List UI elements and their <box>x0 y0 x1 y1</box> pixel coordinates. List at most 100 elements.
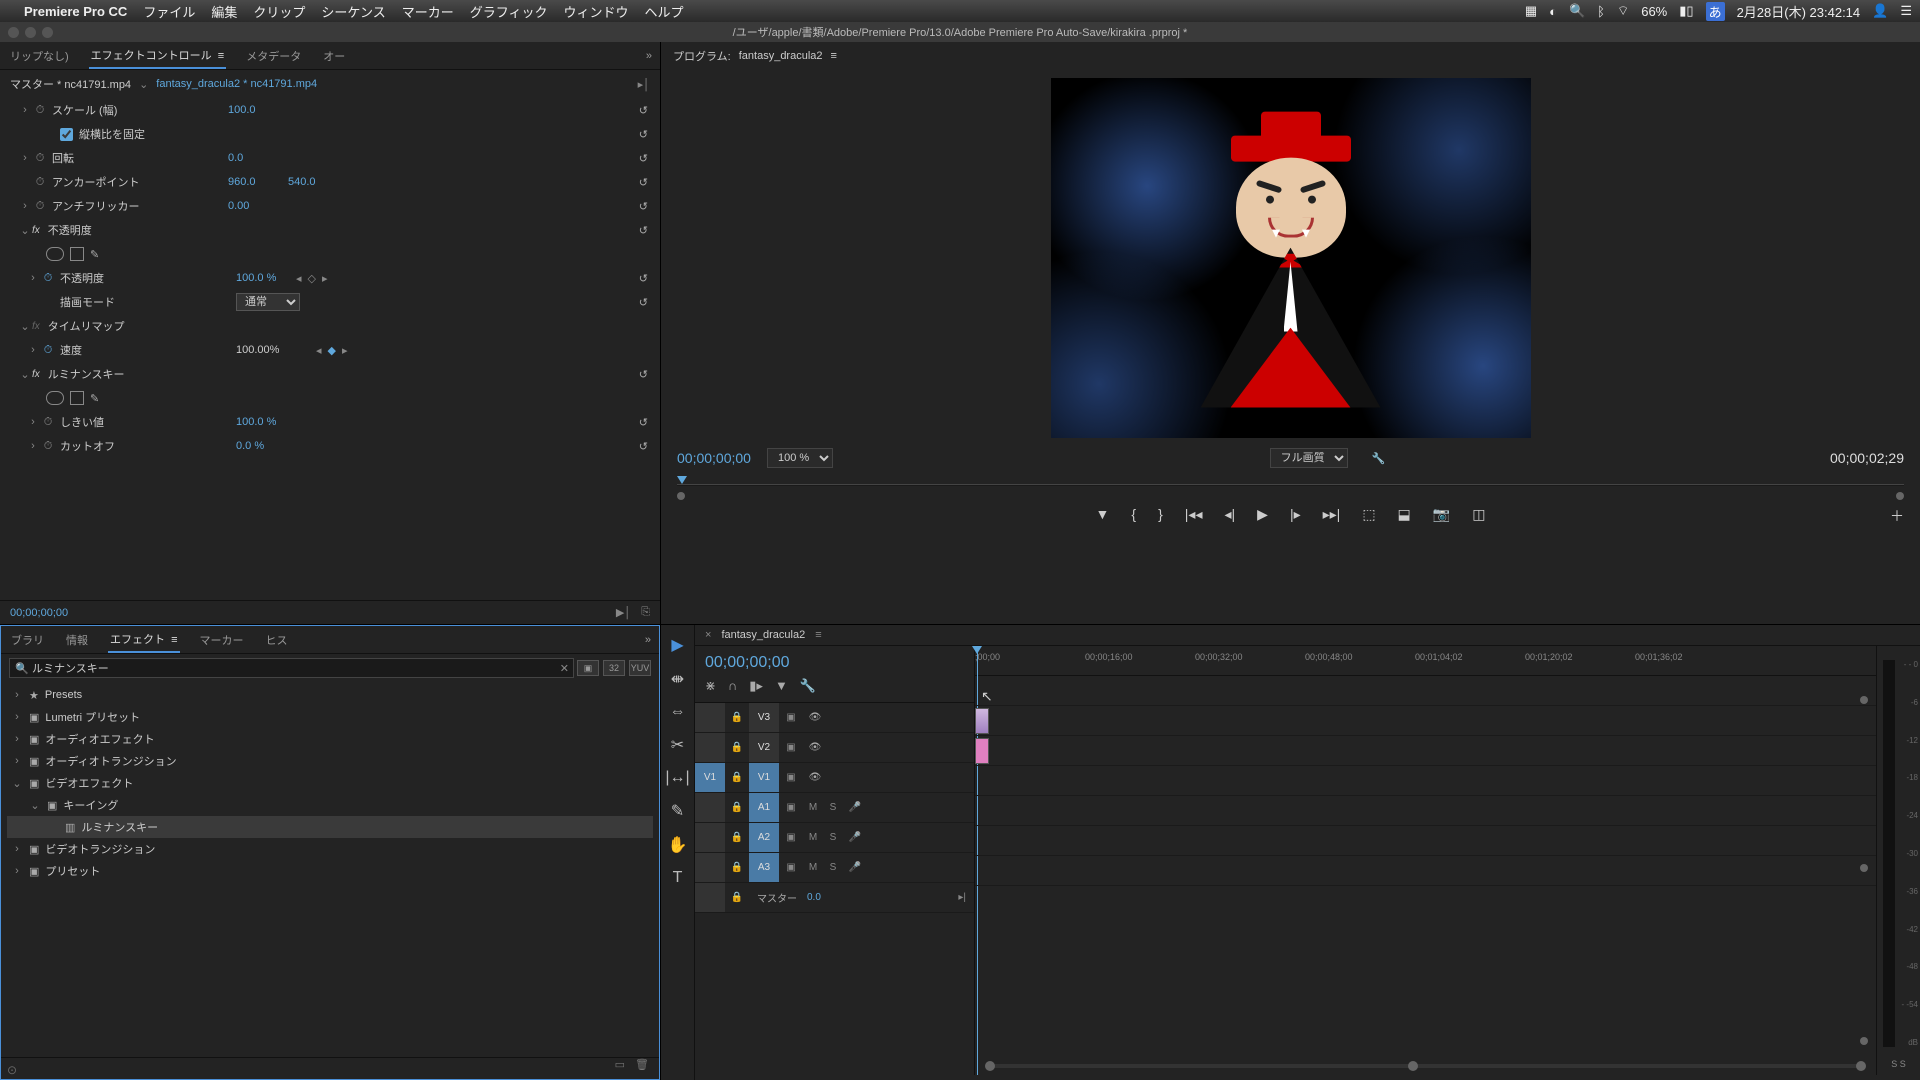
hand-tool-icon[interactable]: ✋ <box>668 835 688 855</box>
button-editor-icon[interactable]: ＋ <box>1890 506 1904 526</box>
ime-indicator[interactable]: あ <box>1706 2 1725 21</box>
tabs-overflow-icon[interactable]: » <box>645 634 651 646</box>
tab-markers[interactable]: マーカー <box>198 628 246 652</box>
add-kf-icon[interactable]: ◆ <box>328 344 336 357</box>
val-opacity[interactable]: 100.0 % <box>236 272 296 284</box>
mute-button[interactable]: M <box>803 802 823 813</box>
sync-lock-icon[interactable]: ▣ <box>779 802 803 813</box>
timeline-zoom-scrollbar[interactable] <box>985 1061 1866 1071</box>
stopwatch-icon[interactable]: ⏱ <box>32 200 48 213</box>
quality-select[interactable]: フル画質 <box>1270 448 1348 468</box>
selection-tool-icon[interactable]: ▶ <box>671 635 683 655</box>
solo-button[interactable]: S <box>823 862 843 873</box>
blend-mode-select[interactable]: 通常 <box>236 293 300 311</box>
stopwatch-active-icon[interactable]: ⏱ <box>40 344 56 357</box>
reset-icon[interactable]: ↺ <box>639 104 648 117</box>
menubar-clock[interactable]: 2月28日(木) 23:42:14 <box>1737 2 1861 21</box>
loop-icon[interactable]: ⎘ <box>641 606 650 619</box>
timeline-timecode[interactable]: 00;00;00;00 <box>695 646 974 676</box>
ripple-edit-tool-icon[interactable]: ⇔ <box>670 703 686 721</box>
val-speed[interactable]: 100.00% <box>236 344 316 356</box>
export-frame-icon[interactable]: 📷 <box>1433 506 1450 523</box>
rect-mask-icon[interactable] <box>70 247 84 261</box>
effects-search-input[interactable] <box>9 658 574 678</box>
menu-help[interactable]: ヘルプ <box>645 2 684 21</box>
effects-tree-item[interactable]: ›▣Lumetri プリセット <box>7 706 653 728</box>
settings-wrench-icon[interactable]: 🔧 <box>1372 452 1386 465</box>
lock-icon[interactable]: 🔒 <box>725 772 749 783</box>
tab-library-trunc[interactable]: ブラリ <box>9 628 46 652</box>
panel-menu-icon[interactable]: ≡ <box>815 629 821 641</box>
twirl-icon[interactable]: ⌄ <box>18 320 32 333</box>
tab-clip-none[interactable]: リップなし) <box>8 44 71 68</box>
snap-icon[interactable]: ⋇ <box>705 678 716 694</box>
go-to-end-icon[interactable]: ▸| <box>958 892 966 903</box>
twirl-icon[interactable]: › <box>18 200 32 212</box>
stopwatch-active-icon[interactable]: ⏱ <box>40 272 56 285</box>
reset-icon[interactable]: ↺ <box>639 152 648 165</box>
master-value[interactable]: 0.0 <box>807 892 821 903</box>
go-to-out-icon[interactable]: ▸▸| <box>1323 506 1341 523</box>
twirl-icon[interactable]: › <box>26 272 40 284</box>
voiceover-icon[interactable]: 🎤 <box>843 832 867 843</box>
timeline-sequence-name[interactable]: fantasy_dracula2 <box>721 629 805 641</box>
timeline-tracks-area[interactable]: ;00;0000;00;16;0000;00;32;0000;00;48;000… <box>975 646 1876 1075</box>
reset-icon[interactable]: ↺ <box>639 416 648 429</box>
menu-window[interactable]: ウィンドウ <box>564 2 629 21</box>
reset-icon[interactable]: ↺ <box>639 128 648 141</box>
track-target-v1[interactable]: V1 <box>749 763 779 792</box>
stopwatch-icon[interactable]: ⏱ <box>32 152 48 165</box>
sync-lock-icon[interactable]: ▣ <box>779 712 803 723</box>
tab-metadata[interactable]: メタデータ <box>244 44 303 68</box>
menu-file[interactable]: ファイル <box>143 2 195 21</box>
ellipse-mask-icon[interactable] <box>46 247 64 261</box>
reset-icon[interactable]: ↺ <box>639 368 648 381</box>
reset-icon[interactable]: ↺ <box>639 296 648 309</box>
accelerated-badge-icon[interactable]: ▣ <box>577 660 599 676</box>
workspace-icon[interactable]: ▦ <box>1525 3 1537 19</box>
reset-icon[interactable]: ↺ <box>639 200 648 213</box>
creative-cloud-icon[interactable]: ⊙ <box>7 1063 17 1077</box>
timeline-clip[interactable] <box>975 708 989 734</box>
eye-icon[interactable]: 👁 <box>803 742 827 753</box>
settings-wrench-icon[interactable]: 🔧 <box>800 678 816 694</box>
sync-lock-icon[interactable]: ▣ <box>779 772 803 783</box>
lock-icon[interactable]: 🔒 <box>725 832 749 843</box>
lock-icon[interactable]: 🔒 <box>725 802 749 813</box>
delete-icon[interactable]: 🗑 <box>635 1058 649 1079</box>
pen-mask-icon[interactable] <box>90 392 99 405</box>
app-name[interactable]: Premiere Pro CC <box>24 4 127 19</box>
next-kf-icon[interactable]: ▸ <box>322 272 328 285</box>
menu-edit[interactable]: 編集 <box>211 2 237 21</box>
close-sequence-icon[interactable]: × <box>705 629 711 641</box>
sync-lock-icon[interactable]: ▣ <box>779 862 803 873</box>
clear-search-icon[interactable]: ✕ <box>560 662 569 675</box>
track-target-a1[interactable]: A1 <box>749 793 779 822</box>
track-select-tool-icon[interactable]: ⇼ <box>671 669 684 689</box>
val-scale-width[interactable]: 100.0 <box>228 104 288 116</box>
sequence-clip-link[interactable]: fantasy_dracula2 * nc41791.mp4 <box>156 78 317 90</box>
audio-meters[interactable]: - - 0-6-12-18-24-30-36-42-48- -54 dB S S <box>1876 646 1920 1075</box>
val-anchor-y[interactable]: 540.0 <box>288 176 348 188</box>
pen-mask-icon[interactable] <box>90 248 99 261</box>
lock-icon[interactable]: 🔒 <box>725 742 749 753</box>
twirl-icon[interactable]: › <box>18 152 32 164</box>
voiceover-icon[interactable]: 🎤 <box>843 802 867 813</box>
pen-tool-icon[interactable]: ✎ <box>671 801 684 821</box>
program-sequence-name[interactable]: fantasy_dracula2 <box>739 50 823 62</box>
master-clip-label[interactable]: マスター * nc41791.mp4 <box>10 76 131 92</box>
effects-tree-item[interactable]: ›▣プリセット <box>7 860 653 882</box>
timeline-ruler[interactable]: ;00;0000;00;16;0000;00;32;0000;00;48;000… <box>975 646 1876 676</box>
eye-icon[interactable]: 👁 <box>803 772 827 783</box>
reset-icon[interactable]: ↺ <box>639 176 648 189</box>
tab-audio-trunc[interactable]: オー <box>321 44 347 68</box>
val-anchor-x[interactable]: 960.0 <box>228 176 288 188</box>
lock-aspect-checkbox[interactable] <box>60 128 73 141</box>
menu-clip[interactable]: クリップ <box>253 2 305 21</box>
lock-icon[interactable]: 🔒 <box>725 712 749 723</box>
cc-hat-icon[interactable]: ◐ <box>1549 4 1557 19</box>
twirl-icon[interactable]: ⌄ <box>18 224 32 237</box>
sync-lock-icon[interactable]: ▣ <box>779 832 803 843</box>
sync-lock-icon[interactable]: ▣ <box>779 742 803 753</box>
program-timecode[interactable]: 00;00;00;00 <box>677 450 751 466</box>
